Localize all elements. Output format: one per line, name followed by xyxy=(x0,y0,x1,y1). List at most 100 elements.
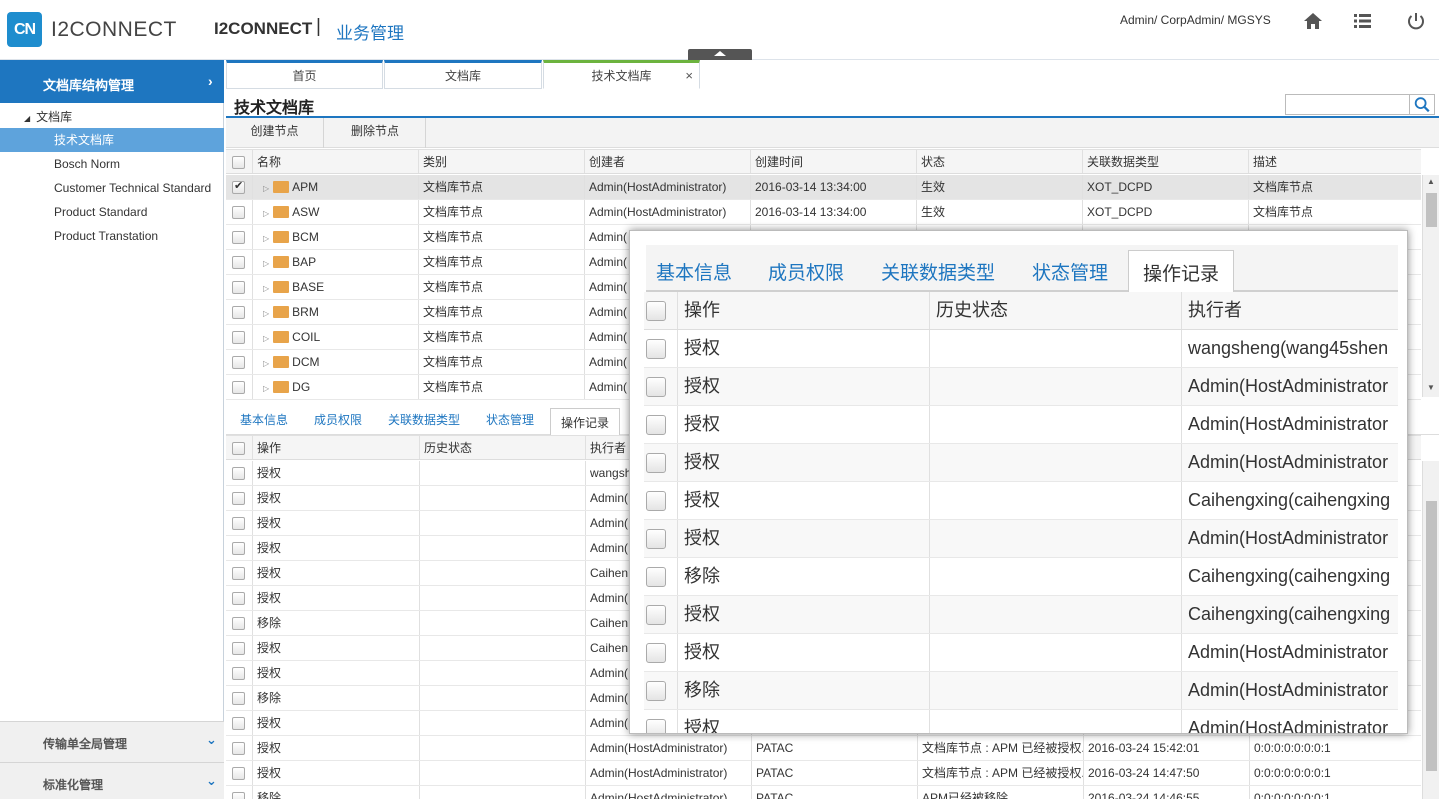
node-grid-scrollbar[interactable]: ▲ ▼ xyxy=(1422,175,1439,397)
sidebar-section-doc-structure[interactable]: 文档库结构管理 › xyxy=(0,60,224,103)
row-checkbox[interactable] xyxy=(232,792,245,799)
zoom-tab-basic-info[interactable]: 基本信息 xyxy=(656,258,732,285)
table-row[interactable]: ▷ APM 文档库节点 Admin(HostAdministrator) 2016-03… xyxy=(226,175,1421,200)
zoom-table-row[interactable]: 授权 wangsheng(wang45shen xyxy=(644,330,1398,368)
tab-related-types[interactable]: 关联数据类型 xyxy=(388,411,460,428)
power-icon[interactable] xyxy=(1405,10,1427,32)
search-input[interactable] xyxy=(1285,94,1410,115)
tree-expand-icon[interactable]: ▷ xyxy=(263,277,269,299)
row-checkbox[interactable] xyxy=(232,231,245,244)
row-checkbox[interactable] xyxy=(232,542,245,555)
select-all-checkbox[interactable] xyxy=(646,301,666,321)
row-checkbox[interactable] xyxy=(232,331,245,344)
column-header-desc[interactable]: 描述 xyxy=(1248,150,1421,173)
row-checkbox[interactable] xyxy=(646,681,666,701)
row-checkbox[interactable] xyxy=(232,492,245,505)
column-header-history-state[interactable]: 历史状态 xyxy=(929,292,1181,329)
column-header-created[interactable]: 创建时间 xyxy=(750,150,916,173)
sidebar-section-transfer[interactable]: 传输单全局管理 ⌄ xyxy=(0,721,224,762)
zoom-table-row[interactable]: 授权 Caihengxing(caihengxing xyxy=(644,596,1398,634)
column-header-creator[interactable]: 创建者 xyxy=(584,150,750,173)
table-row[interactable]: 授权 Admin(HostAdministrator) PATAC 文档库节点 : A… xyxy=(226,736,1421,761)
tree-item-customer-standard[interactable]: Customer Technical Standard xyxy=(0,176,224,200)
row-checkbox[interactable] xyxy=(232,567,245,580)
row-checkbox[interactable] xyxy=(232,517,245,530)
search-icon[interactable] xyxy=(1410,94,1435,115)
scroll-thumb[interactable] xyxy=(1426,193,1437,227)
user-info[interactable]: Admin/ CorpAdmin/ MGSYS xyxy=(1120,13,1271,27)
tree-expand-icon[interactable]: ▷ xyxy=(263,252,269,274)
row-checkbox[interactable] xyxy=(646,453,666,473)
tab-member-permission[interactable]: 成员权限 xyxy=(314,411,362,428)
tab-operation-log[interactable]: 操作记录 xyxy=(550,408,621,436)
collapse-header-toggle[interactable] xyxy=(688,49,752,60)
row-checkbox[interactable] xyxy=(232,179,245,194)
select-all-checkbox[interactable] xyxy=(232,156,245,169)
column-header-type[interactable]: 关联数据类型 xyxy=(1082,150,1248,173)
scroll-up-icon[interactable]: ▲ xyxy=(1427,177,1435,186)
tree-expand-icon[interactable]: ▷ xyxy=(263,227,269,249)
row-checkbox[interactable] xyxy=(232,356,245,369)
row-checkbox[interactable] xyxy=(232,642,245,655)
row-checkbox[interactable] xyxy=(232,592,245,605)
tree-root[interactable]: ◢ 文档库 xyxy=(24,108,72,125)
column-header-name[interactable]: 名称 xyxy=(252,150,418,173)
tree-expand-icon[interactable]: ▷ xyxy=(263,327,269,349)
tab-doc-library[interactable]: 文档库 xyxy=(384,60,542,89)
row-checkbox[interactable] xyxy=(646,415,666,435)
row-checkbox[interactable] xyxy=(646,605,666,625)
row-checkbox[interactable] xyxy=(646,529,666,549)
home-icon[interactable] xyxy=(1302,10,1324,32)
tree-item-tech-library[interactable]: 技术文档库 xyxy=(0,128,224,152)
row-checkbox[interactable] xyxy=(232,281,245,294)
row-checkbox[interactable] xyxy=(232,381,245,394)
table-row[interactable]: ▷ ASW 文档库节点 Admin(HostAdministrator) 2016-03… xyxy=(226,200,1421,225)
zoom-table-row[interactable]: 授权 Admin(HostAdministrator xyxy=(644,406,1398,444)
sidebar-section-standardization[interactable]: 标准化管理 ⌄ xyxy=(0,762,224,799)
tree-expand-icon[interactable]: ▷ xyxy=(263,377,269,399)
row-checkbox[interactable] xyxy=(232,617,245,630)
select-all-checkbox[interactable] xyxy=(232,442,245,455)
zoom-table-row[interactable]: 授权 Admin(HostAdministrator xyxy=(644,634,1398,672)
zoom-table-row[interactable]: 移除 Admin(HostAdministrator xyxy=(644,672,1398,710)
zoom-table-row[interactable]: 授权 Admin(HostAdministrator xyxy=(644,520,1398,558)
log-grid-scrollbar[interactable] xyxy=(1422,461,1439,799)
zoom-table-row[interactable]: 授权 Admin(HostAdministrator xyxy=(644,368,1398,406)
tab-basic-info[interactable]: 基本信息 xyxy=(240,411,288,428)
column-header-operation[interactable]: 操作 xyxy=(252,436,419,459)
zoom-tab-member-permission[interactable]: 成员权限 xyxy=(768,258,844,285)
tree-expand-icon[interactable]: ▷ xyxy=(263,177,269,199)
tree-expand-icon[interactable]: ▷ xyxy=(263,302,269,324)
column-header-operation[interactable]: 操作 xyxy=(677,292,929,329)
row-checkbox[interactable] xyxy=(646,491,666,511)
scroll-thumb[interactable] xyxy=(1426,501,1437,771)
tree-expand-icon[interactable]: ▷ xyxy=(263,202,269,224)
row-checkbox[interactable] xyxy=(232,306,245,319)
zoom-tab-state-management[interactable]: 状态管理 xyxy=(1032,258,1108,285)
tree-item-bosch-norm[interactable]: Bosch Norm xyxy=(0,152,224,176)
tab-state-management[interactable]: 状态管理 xyxy=(486,411,534,428)
zoom-table-row[interactable]: 授权 Admin(HostAdministrator xyxy=(644,710,1398,733)
zoom-tab-related-types[interactable]: 关联数据类型 xyxy=(881,258,995,285)
row-checkbox[interactable] xyxy=(646,643,666,663)
tree-expand-icon[interactable]: ◢ xyxy=(24,114,30,123)
create-node-button[interactable]: 创建节点 xyxy=(226,118,324,148)
row-checkbox[interactable] xyxy=(232,742,245,755)
tree-item-product-translation[interactable]: Product Transtation xyxy=(0,224,224,248)
row-checkbox[interactable] xyxy=(646,377,666,397)
zoom-table-row[interactable]: 授权 Caihengxing(caihengxing xyxy=(644,482,1398,520)
zoom-table-row[interactable]: 授权 Admin(HostAdministrator xyxy=(644,444,1398,482)
column-header-category[interactable]: 类别 xyxy=(418,150,584,173)
table-row[interactable]: 移除 Admin(HostAdministrator) PATAC APM已经被移除 2… xyxy=(226,786,1421,799)
row-checkbox[interactable] xyxy=(232,717,245,730)
table-row[interactable]: 授权 Admin(HostAdministrator) PATAC 文档库节点 : A… xyxy=(226,761,1421,786)
delete-node-button[interactable]: 删除节点 xyxy=(325,118,426,148)
tree-item-product-standard[interactable]: Product Standard xyxy=(0,200,224,224)
row-checkbox[interactable] xyxy=(232,767,245,780)
column-header-history-state[interactable]: 历史状态 xyxy=(419,436,585,459)
zoom-table-row[interactable]: 移除 Caihengxing(caihengxing xyxy=(644,558,1398,596)
tree-expand-icon[interactable]: ▷ xyxy=(263,352,269,374)
close-icon[interactable]: × xyxy=(685,63,693,89)
column-header-executor[interactable]: 执行者 xyxy=(1181,292,1398,329)
tab-tech-library[interactable]: 技术文档库 × xyxy=(543,60,700,89)
